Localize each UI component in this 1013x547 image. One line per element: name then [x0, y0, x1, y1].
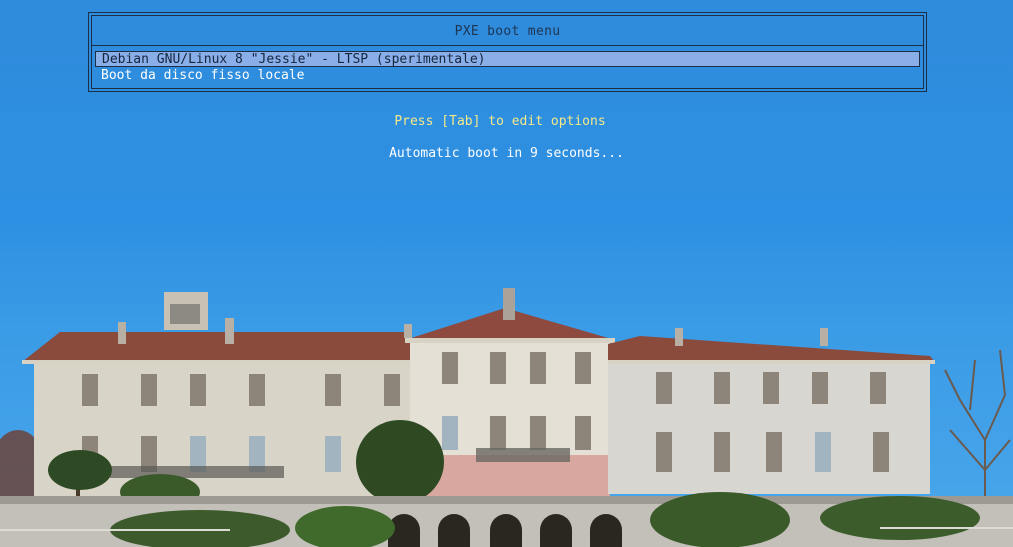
tree-center: [356, 420, 444, 504]
autoboot-countdown: Automatic boot in 9 seconds...: [389, 146, 624, 161]
pxe-menu-frame: PXE boot menu Debian GNU/Linux 8 "Jessie…: [91, 15, 924, 89]
balcony-center: [476, 448, 570, 462]
menu-title: PXE boot menu: [454, 24, 561, 39]
balcony-left: [110, 466, 284, 478]
menu-divider: [92, 45, 923, 46]
menu-item-debian-ltsp[interactable]: Debian GNU/Linux 8 "Jessie" - LTSP (sper…: [95, 51, 920, 67]
edit-options-hint: Press [Tab] to edit options: [394, 114, 606, 129]
pxe-menu: PXE boot menu Debian GNU/Linux 8 "Jessie…: [88, 12, 927, 92]
bare-tree-right: [944, 349, 1011, 520]
menu-item-local-disk[interactable]: Boot da disco fisso locale: [95, 68, 920, 84]
